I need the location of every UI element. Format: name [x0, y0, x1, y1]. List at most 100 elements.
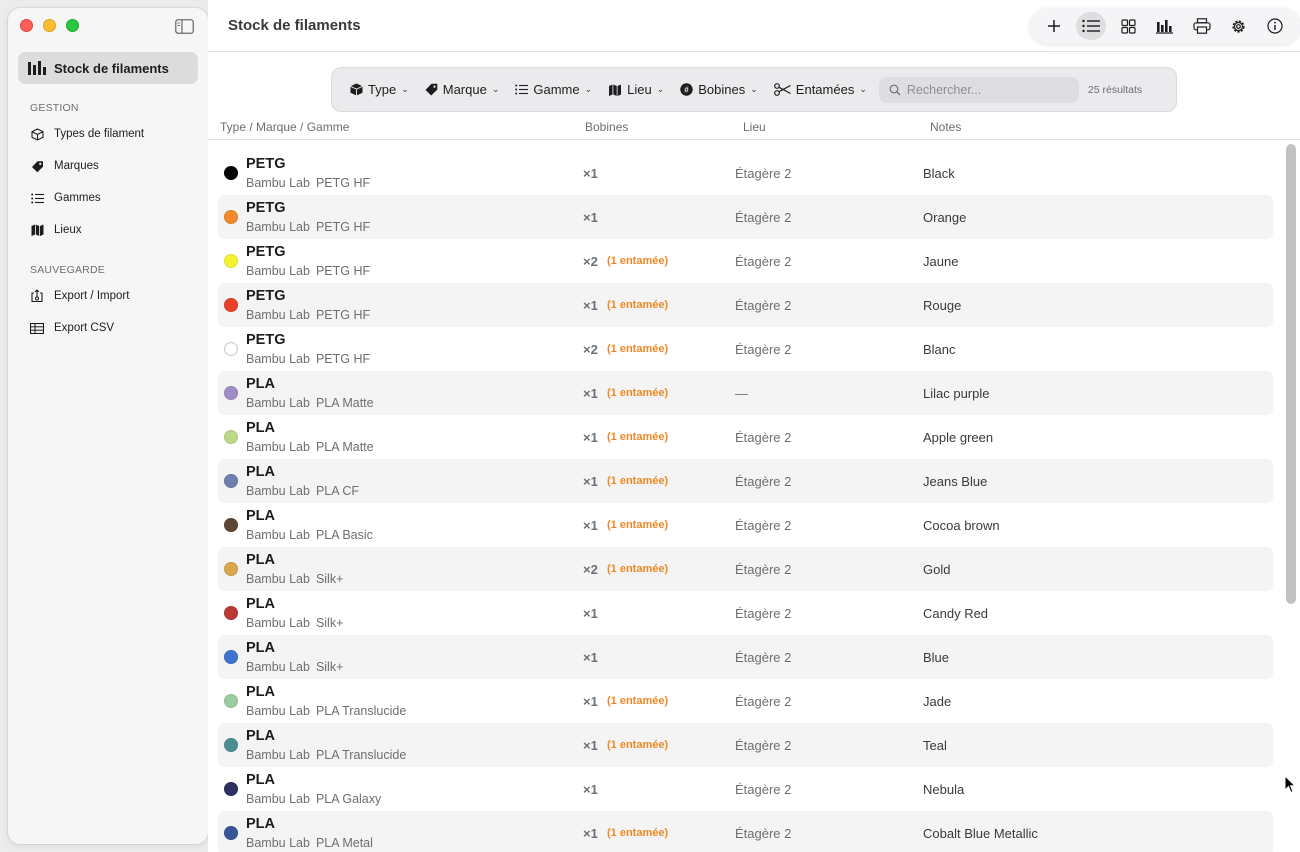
sidebar-toggle-icon[interactable] [175, 19, 194, 34]
note: Nebula [923, 782, 965, 797]
spool-count: ×1 [583, 518, 598, 533]
sidebar-item-label: Types de filament [54, 128, 145, 140]
column-header-notes[interactable]: Notes [930, 120, 961, 134]
started-badge: (1 entamée) [607, 299, 669, 311]
column-header-type[interactable]: Type / Marque / Gamme [220, 120, 349, 134]
sidebar-item-types[interactable]: Types de filament [30, 127, 144, 141]
table-row[interactable]: PETG Bambu Lab PETG HF ×1 Étagère 2 Black [218, 151, 1273, 195]
tag-icon [30, 159, 44, 173]
scrollbar-thumb[interactable] [1286, 144, 1296, 604]
filament-brand-range: Bambu Lab PLA Translucide [246, 748, 406, 762]
settings-button[interactable] [1224, 12, 1254, 40]
filament-range: PLA Basic [315, 528, 373, 542]
filter-bobines[interactable]: # Bobines ⌄ [680, 82, 758, 97]
table-row[interactable]: PETG Bambu Lab PETG HF ×1 Étagère 2 Orange [218, 195, 1273, 239]
started-badge: (1 entamée) [607, 739, 669, 751]
search-input[interactable] [906, 82, 1067, 97]
grid-view-button[interactable] [1113, 12, 1143, 40]
table-row[interactable]: PLA Bambu Lab PLA Translucide ×1 (1 entamée)… [218, 679, 1273, 723]
column-header-bobines[interactable]: Bobines [585, 120, 628, 134]
filter-type-label: Type [368, 82, 397, 97]
spool-count: ×1 [583, 210, 598, 225]
stats-button[interactable] [1150, 12, 1180, 40]
list-view-button[interactable] [1076, 12, 1107, 40]
table-header: Type / Marque / Gamme Bobines Lieu Notes [208, 118, 1300, 140]
spool-count: ×2 [583, 342, 598, 357]
note: Jaune [923, 254, 959, 269]
table-row[interactable]: PETG Bambu Lab PETG HF ×2 (1 entamée) Étagère… [218, 327, 1273, 371]
filament-range: PETG HF [315, 308, 371, 322]
table-row[interactable]: PLA Bambu Lab PLA Matte ×1 (1 entamée) Étagèr… [218, 415, 1273, 459]
filter-gamme-label: Gamme [533, 82, 580, 97]
scissors-icon [773, 83, 791, 96]
filter-gamme[interactable]: Gamme ⌄ [515, 82, 592, 97]
sidebar-item-lieux[interactable]: Lieux [30, 223, 82, 237]
filament-brand-range: Bambu Lab PETG HF [246, 176, 370, 190]
filter-entamees-label: Entamées [795, 82, 855, 97]
filament-range: PETG HF [315, 220, 371, 234]
table-row[interactable]: PLA Bambu Lab PLA Matte ×1 (1 entamée) — Lilac… [218, 371, 1273, 415]
table-row[interactable]: PLA Bambu Lab PLA CF ×1 (1 entamée) Étagère 2… [218, 459, 1273, 503]
list-icon [30, 191, 44, 205]
filament-brand: Bambu Lab [246, 220, 310, 234]
note: Rouge [923, 298, 962, 313]
table-row[interactable]: PETG Bambu Lab PETG HF ×2 (1 entamée) Étagère… [218, 239, 1273, 283]
printer-icon [1193, 18, 1211, 34]
filter-marque[interactable]: Marque ⌄ [425, 82, 499, 97]
location: Étagère 2 [735, 474, 792, 489]
color-swatch [224, 254, 238, 268]
filament-range: Silk+ [315, 572, 344, 586]
color-swatch [224, 782, 238, 796]
filament-brand: Bambu Lab [246, 264, 310, 278]
table-row[interactable]: PLA Bambu Lab PLA Translucide ×1 (1 entamée)… [218, 723, 1273, 767]
table-row[interactable]: PLA Bambu Lab Silk+ ×1 Étagère 2 Candy Red [218, 591, 1273, 635]
sidebar-item-stock[interactable]: Stock de filaments [18, 52, 198, 84]
table-row[interactable]: PLA Bambu Lab Silk+ ×2 (1 entamée) Étagère 2 G… [218, 547, 1273, 591]
table-row[interactable]: PLA Bambu Lab Silk+ ×1 Étagère 2 Blue [218, 635, 1273, 679]
filament-brand: Bambu Lab [246, 484, 310, 498]
filter-lieu[interactable]: Lieu ⌄ [608, 82, 664, 97]
sidebar-item-gammes[interactable]: Gammes [30, 191, 101, 205]
filter-type[interactable]: Type ⌄ [350, 82, 409, 97]
location: Étagère 2 [735, 166, 792, 181]
filament-type: PLA [246, 420, 275, 436]
table-row[interactable]: PLA Bambu Lab PLA Metal ×1 (1 entamée) Étagèr… [218, 811, 1273, 852]
column-header-lieu[interactable]: Lieu [743, 120, 766, 134]
filament-range: PETG HF [315, 264, 371, 278]
close-window-button[interactable] [20, 19, 33, 32]
filament-type: PLA [246, 596, 275, 612]
filter-entamees[interactable]: Entamées ⌄ [773, 82, 867, 97]
sidebar-item-export-import[interactable]: Export / Import [30, 289, 129, 303]
location: Étagère 2 [735, 782, 792, 797]
spool-count: ×1 [583, 826, 598, 841]
add-button[interactable] [1039, 12, 1069, 40]
color-swatch [224, 430, 238, 444]
filament-brand-range: Bambu Lab PLA Metal [246, 836, 373, 850]
table-row[interactable]: PLA Bambu Lab PLA Galaxy ×1 Étagère 2 Nebula [218, 767, 1273, 811]
table-row[interactable]: PLA Bambu Lab PLA Basic ×1 (1 entamée) Étagèr… [218, 503, 1273, 547]
filter-bobines-label: Bobines [698, 82, 746, 97]
toolbar [1030, 8, 1300, 44]
filament-type: PETG [246, 200, 286, 216]
sidebar-item-marques[interactable]: Marques [30, 159, 99, 173]
color-swatch [224, 738, 238, 752]
started-badge: (1 entamée) [607, 519, 669, 531]
spool-count: ×1 [583, 166, 598, 181]
location: Étagère 2 [735, 826, 792, 841]
search-field[interactable] [878, 76, 1079, 103]
location: Étagère 2 [735, 650, 792, 665]
mouse-cursor-icon [1284, 775, 1296, 794]
started-badge: (1 entamée) [607, 563, 669, 575]
spool-count: ×2 [583, 562, 598, 577]
table-row[interactable]: PETG Bambu Lab PETG HF ×1 (1 entamée) Étagère… [218, 283, 1273, 327]
info-button[interactable] [1260, 12, 1290, 40]
sidebar-item-export-csv[interactable]: Export CSV [30, 321, 114, 335]
filament-type: PLA [246, 772, 275, 788]
zoom-window-button[interactable] [66, 19, 79, 32]
vertical-scrollbar[interactable] [1284, 140, 1298, 830]
filament-range: PLA Galaxy [315, 792, 382, 806]
filament-brand-range: Bambu Lab Silk+ [246, 572, 343, 586]
print-button[interactable] [1187, 12, 1217, 40]
results-count: 25 résultats [1087, 83, 1143, 96]
minimize-window-button[interactable] [43, 19, 56, 32]
